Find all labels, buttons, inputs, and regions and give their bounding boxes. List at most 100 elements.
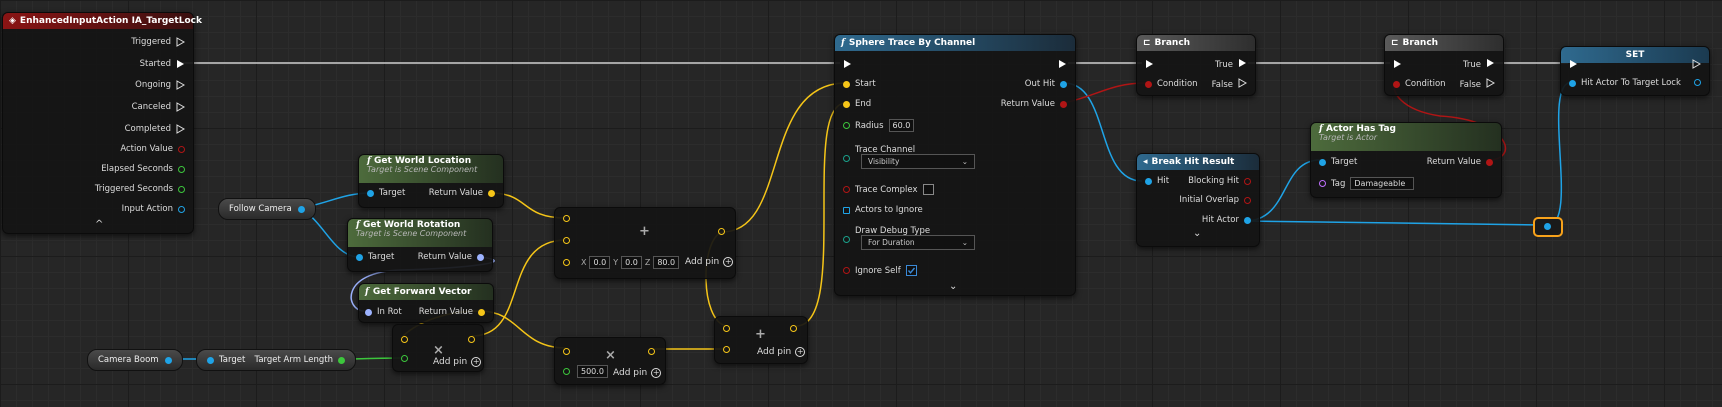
pin-triggered[interactable]: Triggered — [131, 37, 186, 47]
pin-trace-complex[interactable]: Trace Complex — [843, 184, 934, 195]
pin-false[interactable]: False — [1460, 78, 1496, 91]
vector-pin-icon[interactable] — [790, 325, 797, 332]
get-world-location-node[interactable]: f Get World Location Target is Scene Com… — [358, 154, 504, 208]
enum-pin-icon[interactable] — [843, 155, 850, 162]
pin-hit[interactable]: Hit — [1145, 176, 1169, 186]
chevron-down-icon[interactable]: ⌄ — [949, 281, 957, 292]
pin-tag[interactable]: Tag Damageable — [1319, 177, 1415, 190]
pin-started[interactable]: Started — [140, 59, 185, 69]
collapse-arrow-icon[interactable]: ^ — [95, 219, 103, 230]
pin-canceled[interactable]: Canceled — [132, 102, 186, 112]
pin-return-value[interactable]: Return Value — [429, 188, 495, 198]
reroute-node[interactable] — [1533, 217, 1563, 237]
pin-hit-actor-to-target-lock[interactable]: Hit Actor To Target Lock — [1569, 78, 1681, 88]
radius-field[interactable]: 60.0 — [888, 119, 915, 132]
object-pin-icon[interactable] — [207, 356, 214, 364]
pin-input-action[interactable]: Input Action — [122, 204, 185, 214]
pin-actors-to-ignore[interactable]: Actors to Ignore — [843, 205, 923, 215]
pin-return-value[interactable]: Return Value — [1001, 99, 1067, 109]
vector-pin-icon[interactable] — [468, 336, 475, 343]
y-field[interactable]: 0.0 — [621, 256, 642, 269]
pin-target[interactable]: Target — [356, 252, 394, 262]
vector-pin-icon[interactable] — [401, 336, 408, 343]
exec-out-pin[interactable] — [1058, 59, 1067, 72]
object-pin-icon[interactable] — [164, 356, 172, 364]
exec-in-pin[interactable] — [843, 59, 852, 72]
pin-return-value[interactable]: Return Value — [1427, 157, 1493, 167]
enum-pin-icon[interactable] — [843, 236, 850, 243]
vector-pin-icon[interactable] — [563, 348, 570, 355]
pin-false[interactable]: False — [1212, 78, 1248, 91]
target-arm-length-getter[interactable]: Target Target Arm Length — [196, 349, 356, 371]
pin-true[interactable]: True — [1463, 58, 1495, 71]
pin-elapsed-seconds[interactable]: Elapsed Seconds — [101, 164, 185, 174]
branch-node-2[interactable]: ⊏ Branch Condition True False — [1384, 34, 1504, 96]
pin-radius[interactable]: Radius 60.0 — [843, 119, 915, 132]
pin-ongoing[interactable]: Ongoing — [135, 80, 186, 90]
chevron-down-icon[interactable]: ⌄ — [1193, 228, 1201, 239]
exec-out-pin[interactable] — [1692, 59, 1702, 72]
pin-out-hit[interactable]: Out Hit — [1025, 79, 1067, 89]
add-pin-button[interactable]: Add pin + — [685, 257, 734, 267]
pin-triggered-seconds[interactable]: Triggered Seconds — [95, 184, 185, 194]
follow-camera-getter[interactable]: Follow Camera — [218, 198, 316, 220]
multiplier-field[interactable]: 500.0 — [577, 365, 608, 378]
multiply-node-1[interactable]: × Add pin + — [392, 324, 484, 372]
pin-target[interactable]: Target — [367, 188, 405, 198]
pin-condition[interactable]: Condition — [1145, 79, 1198, 89]
float-pin-icon[interactable] — [401, 355, 408, 362]
pin-completed[interactable]: Completed — [125, 124, 186, 134]
vector-pin-icon[interactable] — [723, 346, 730, 353]
multiply-node-2[interactable]: × 500.0 Add pin + — [554, 337, 666, 385]
exec-in-pin[interactable] — [1145, 59, 1154, 72]
draw-debug-dropdown[interactable]: For Duration ⌄ — [861, 235, 975, 250]
blueprint-graph[interactable]: ◈ EnhancedInputAction IA_TargetLock Trig… — [0, 0, 1722, 407]
vector-pin-icon[interactable] — [563, 215, 570, 222]
vector-pin-icon[interactable] — [648, 348, 655, 355]
pin-ignore-self[interactable]: Ignore Self — [843, 265, 917, 276]
add-pin-button[interactable]: Add pin + — [433, 357, 482, 367]
add-pin-button[interactable]: Add pin + — [757, 347, 806, 357]
get-forward-vector-node[interactable]: f Get Forward Vector In Rot Return Value — [358, 283, 494, 323]
break-hit-result-node[interactable]: ◂ Break Hit Result Hit Blocking Hit Init… — [1136, 153, 1260, 247]
trace-channel-dropdown[interactable]: Visibility ⌄ — [861, 154, 975, 169]
sphere-trace-node[interactable]: f Sphere Trace By Channel Start End Radi… — [834, 34, 1076, 296]
exec-in-pin[interactable] — [1393, 59, 1402, 72]
float-pin-icon[interactable] — [563, 368, 570, 375]
pin-initial-overlap[interactable]: Initial Overlap — [1179, 195, 1251, 205]
pin-in-rot[interactable]: In Rot — [365, 307, 402, 317]
pin-return-value[interactable]: Return Value — [419, 307, 485, 317]
add-node-2[interactable]: + Add pin + — [714, 316, 808, 364]
pin-label: Hit Actor To Target Lock — [1581, 78, 1681, 88]
exec-in-pin[interactable] — [1569, 59, 1578, 72]
pin-target[interactable]: Target — [1319, 157, 1357, 167]
pin-blocking-hit[interactable]: Blocking Hit — [1188, 176, 1251, 186]
float-pin-icon[interactable] — [338, 356, 345, 364]
vector-pin-icon[interactable] — [723, 325, 730, 332]
pin-return-value[interactable]: Return Value — [418, 252, 484, 262]
branch-node-1[interactable]: ⊏ Branch Condition True False — [1136, 34, 1256, 96]
z-field[interactable]: 80.0 — [653, 256, 680, 269]
event-node-ia-targetlock[interactable]: ◈ EnhancedInputAction IA_TargetLock Trig… — [2, 12, 202, 234]
pin-hit-actor[interactable]: Hit Actor — [1202, 215, 1251, 225]
vector-pin-icon[interactable] — [718, 228, 725, 235]
pin-true[interactable]: True — [1215, 58, 1247, 71]
pin-action-value[interactable]: Action Value — [120, 144, 185, 154]
pin-end[interactable]: End — [843, 99, 871, 109]
camera-boom-getter[interactable]: Camera Boom — [87, 349, 183, 371]
tag-field[interactable]: Damageable — [1350, 177, 1415, 190]
object-pin-icon[interactable] — [1694, 79, 1701, 86]
x-field[interactable]: 0.0 — [589, 256, 611, 269]
get-world-rotation-node[interactable]: f Get World Rotation Target is Scene Com… — [347, 218, 493, 272]
add-node-1[interactable]: + X 0.0 Y 0.0 Z 80.0 Add pin + — [554, 207, 736, 279]
trace-complex-checkbox[interactable] — [922, 184, 934, 195]
actor-has-tag-node[interactable]: f Actor Has Tag Target is Actor Target T… — [1310, 122, 1502, 198]
ignore-self-checkbox[interactable] — [905, 265, 917, 276]
vector-pin-icon[interactable] — [563, 259, 570, 266]
pin-condition[interactable]: Condition — [1393, 79, 1446, 89]
pin-start[interactable]: Start — [843, 79, 876, 89]
object-pin-icon[interactable] — [297, 205, 305, 213]
vector-pin-icon[interactable] — [563, 237, 570, 244]
add-pin-button[interactable]: Add pin + — [613, 368, 662, 378]
set-variable-node[interactable]: SET Hit Actor To Target Lock — [1560, 46, 1710, 96]
